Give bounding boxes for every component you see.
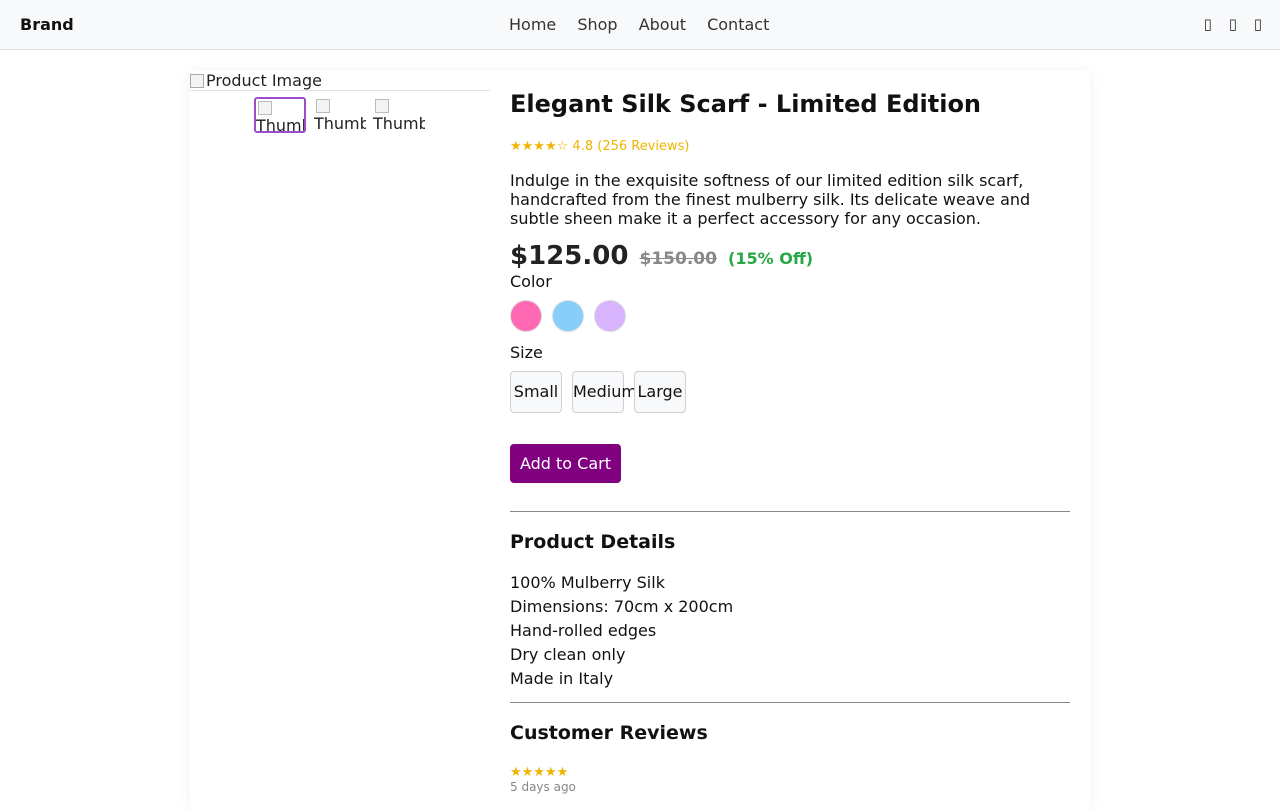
size-label: Size (510, 343, 543, 362)
product-description: Indulge in the exquisite softness of our… (510, 171, 1031, 228)
review-rating-stars: ★★★★★ (510, 765, 569, 780)
product-image: Product Image (190, 71, 490, 91)
color-swatch-lavender[interactable] (594, 300, 626, 332)
review-date: 5 days ago (510, 780, 576, 794)
product-card: Product Image Thumbnail Thumbnail Thumbn… (190, 71, 1090, 811)
price-row: $125.00 $150.00 (15% Off) (510, 241, 813, 271)
product-details-list: 100% Mulberry Silk Dimensions: 70cm x 20… (510, 571, 733, 691)
divider (510, 702, 1070, 703)
review-count[interactable]: (256 Reviews) (597, 139, 689, 154)
color-swatch-blue[interactable] (552, 300, 584, 332)
original-price: $150.00 (639, 249, 717, 269)
nav-contact[interactable]: Contact (707, 15, 769, 34)
main-nav: Home Shop About Contact (509, 15, 769, 34)
broken-image-icon (190, 74, 204, 88)
detail-item: 100% Mulberry Silk (510, 573, 665, 592)
product-image-alt: Product Image (206, 71, 322, 90)
search-icon[interactable]: ▯ (1204, 15, 1212, 33)
add-to-cart-button[interactable]: Add to Cart (510, 444, 621, 483)
color-label: Color (510, 272, 552, 291)
brand-logo[interactable]: Brand (20, 15, 74, 34)
current-price: $125.00 (510, 241, 629, 271)
rating-value: 4.8 (572, 139, 594, 154)
product-rating: ★★★★☆ 4.8 (256 Reviews) (510, 139, 690, 154)
user-icon[interactable]: ▯ (1229, 15, 1237, 33)
cart-icon[interactable]: ▯ (1254, 15, 1262, 33)
thumbnail-2[interactable]: Thumbnail (314, 97, 366, 133)
detail-item: Dry clean only (510, 645, 626, 664)
rating-stars: ★★★★☆ (510, 139, 569, 154)
header-icons: ▯ ▯ ▯ (1192, 15, 1262, 33)
thumbnail-1[interactable]: Thumbnail (254, 97, 306, 133)
detail-item: Made in Italy (510, 669, 614, 688)
product-title: Elegant Silk Scarf - Limited Edition (510, 90, 982, 118)
customer-reviews-heading: Customer Reviews (510, 722, 708, 744)
thumbnail-3[interactable]: Thumbnail (373, 97, 425, 133)
product-details-heading: Product Details (510, 531, 676, 553)
color-swatch-pink[interactable] (510, 300, 542, 332)
size-large-button[interactable]: Large (634, 371, 686, 413)
top-navbar: Brand Home Shop About Contact ▯ ▯ ▯ (0, 0, 1280, 50)
detail-item: Hand-rolled edges (510, 621, 657, 640)
nav-shop[interactable]: Shop (577, 15, 617, 34)
nav-about[interactable]: About (639, 15, 686, 34)
discount-badge: (15% Off) (728, 249, 814, 268)
divider (510, 511, 1070, 512)
nav-home[interactable]: Home (509, 15, 556, 34)
detail-item: Dimensions: 70cm x 200cm (510, 597, 734, 616)
size-small-button[interactable]: Small (510, 371, 562, 413)
size-medium-button[interactable]: Medium (572, 371, 637, 413)
